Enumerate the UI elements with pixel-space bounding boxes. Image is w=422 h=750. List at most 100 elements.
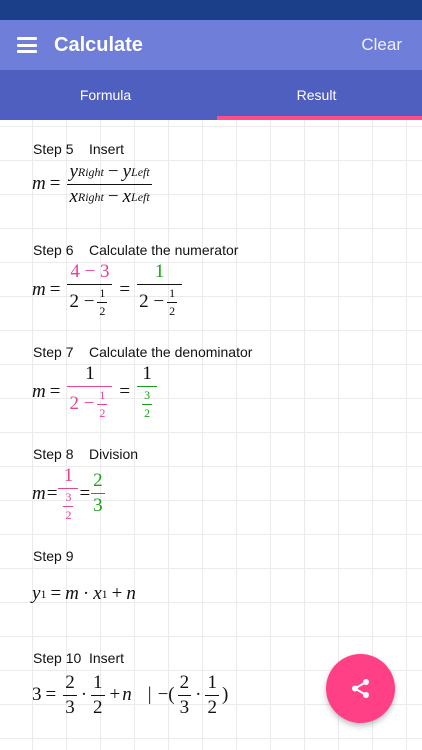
eq-operator: − (107, 161, 119, 182)
eq-symbol: y (69, 161, 78, 182)
step-title: Insert (89, 650, 125, 666)
tab-result[interactable]: Result (211, 70, 422, 120)
eq-symbol: y (32, 583, 41, 604)
fraction-numerator: 1 (207, 672, 217, 693)
fraction-numerator: 1 (99, 387, 106, 402)
eq-operator: = (49, 278, 61, 300)
step-7-equation: m = 1 2 − 1 2 = 1 3 2 (32, 364, 160, 419)
tab-formula[interactable]: Formula (0, 70, 211, 120)
eq-operator: + (109, 684, 121, 706)
eq-subscript: Right (77, 189, 104, 204)
eq-subscript: Right (77, 164, 104, 179)
tab-bar: Formula Result (0, 70, 422, 120)
eq-subscript: Left (131, 164, 150, 179)
step-10-equation: 3 = 2 3 · 1 2 + n | −( 2 3 · 1 2 ) (32, 673, 228, 718)
fraction-numerator: 1 (154, 261, 165, 282)
fraction-denominator: 2 (97, 301, 108, 318)
eq-symbol: m (32, 278, 46, 300)
eq-operator: + (111, 583, 123, 604)
eq-symbol: x (122, 185, 132, 207)
eq-fraction: y Right − y Left x Right − x Left (67, 162, 152, 207)
eq-operator: − (107, 185, 119, 207)
fraction-numerator: 1 (99, 285, 106, 300)
share-icon (352, 679, 369, 698)
fraction-numerator: 1 (142, 363, 152, 384)
eq-symbol: y (122, 161, 132, 182)
step-number: Step 9 (33, 548, 74, 564)
fraction-denominator: 2 (63, 505, 74, 522)
status-bar (0, 0, 422, 20)
step-9-label: Step 9 (33, 548, 89, 564)
step-number: Step 7 (33, 344, 74, 360)
eq-fraction: 1 3 2 (58, 466, 79, 522)
step-number: Step 8 (33, 446, 74, 462)
step-title: Insert (89, 141, 125, 157)
eq-fraction: 1 2 (205, 673, 219, 718)
eq-symbol: m (32, 482, 46, 504)
eq-operator: = (50, 583, 62, 604)
eq-fraction: 1 2 (167, 285, 178, 318)
fraction-denominator: x Right − x Left (67, 183, 152, 207)
eq-fraction: 1 2 (97, 387, 108, 419)
eq-subscript: 1 (40, 586, 47, 601)
fraction-denominator: 2 − 1 2 (67, 385, 113, 419)
fraction-numerator: y Right − y Left (67, 162, 151, 184)
step-title: Division (89, 446, 139, 462)
fraction-denominator: 3 2 (58, 487, 79, 522)
step-8-equation: m = 1 3 2 = 2 3 (32, 466, 105, 521)
fraction-denominator: 3 (91, 493, 105, 517)
eq-symbol: n (122, 684, 132, 706)
eq-symbol: m (32, 173, 46, 195)
fraction-denominator: 2 (91, 694, 105, 718)
step-5-equation: m = y Right − y Left x Right − x Left (32, 162, 155, 207)
page-title: Calculate (54, 34, 143, 56)
eq-operator: −( (157, 684, 175, 706)
eq-operator: = (49, 173, 61, 195)
eq-fraction: 1 2 (91, 673, 105, 718)
share-button[interactable] (326, 654, 395, 723)
eq-symbol: x (69, 185, 78, 207)
eq-operator: · (80, 684, 88, 706)
fraction-denominator: 2 (205, 694, 219, 718)
eq-operator: = (49, 380, 61, 402)
fraction-denominator: 3 (63, 694, 77, 718)
eq-fraction: 3 2 (142, 389, 153, 419)
hamburger-menu-icon[interactable] (17, 37, 37, 53)
eq-fraction: 2 3 (63, 673, 77, 718)
eq-fraction: 1 2 − 1 2 (137, 261, 183, 318)
step-title: Calculate the denominator (89, 344, 253, 360)
eq-fraction: 1 2 (97, 285, 108, 318)
clear-button[interactable]: Clear (361, 34, 402, 56)
eq-term: 2 − (69, 291, 95, 313)
eq-operator: ) (221, 684, 229, 706)
fraction-numerator: 2 (93, 470, 103, 492)
fraction-denominator: 3 2 (137, 385, 158, 419)
result-content[interactable]: Step 5 Insert m = y Right − y Left x Right −… (0, 120, 422, 750)
fraction-denominator: 2 − 1 2 (67, 283, 113, 318)
fraction-numerator: 2 (179, 672, 190, 693)
app-bar: Calculate Clear (0, 20, 422, 70)
step-10-label: Step 10 Insert (33, 650, 124, 666)
step-number: Step 10 (33, 650, 82, 666)
step-7-label: Step 7 Calculate the denominator (33, 344, 252, 360)
eq-subscript: Left (131, 189, 150, 204)
eq-operator: · (82, 583, 90, 604)
fraction-numerator: 1 (85, 363, 95, 384)
eq-term: 3 (32, 684, 42, 706)
eq-operator: = (79, 482, 91, 504)
fraction-numerator: 4 − 3 (70, 261, 110, 282)
eq-term: 2 − (139, 291, 165, 313)
eq-term: 2 − (69, 393, 95, 415)
eq-operator: · (195, 684, 202, 706)
step-6-label: Step 6 Calculate the numerator (33, 242, 238, 258)
step-5-label: Step 5 Insert (33, 141, 124, 157)
step-number: Step 6 (33, 242, 74, 258)
step-number: Step 5 (33, 141, 74, 157)
fraction-numerator: 3 (65, 489, 72, 504)
step-9-equation: y1 = m · x1 + n (32, 583, 136, 605)
eq-operator: | (147, 684, 152, 706)
eq-symbol: x (93, 583, 102, 604)
fraction-denominator: 2 (167, 301, 178, 318)
fraction-numerator: 1 (169, 285, 176, 300)
fraction-numerator: 1 (93, 672, 103, 693)
